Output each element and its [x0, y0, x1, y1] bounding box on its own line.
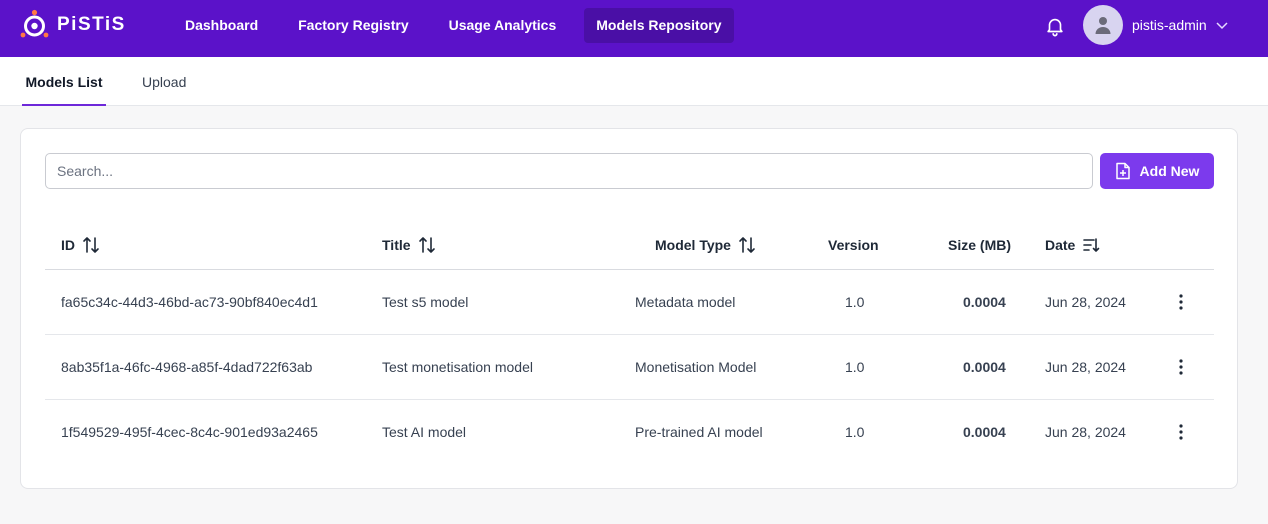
cell-size: 0.0004: [963, 359, 1006, 375]
user-icon: [1095, 17, 1111, 34]
sort-icon[interactable]: [82, 236, 100, 254]
column-date[interactable]: Date: [1045, 221, 1100, 269]
column-id[interactable]: ID: [61, 221, 100, 269]
column-version: Version: [828, 237, 879, 253]
avatar: [1083, 5, 1123, 45]
add-new-label: Add New: [1139, 163, 1200, 179]
row-actions-icon[interactable]: [1173, 422, 1189, 442]
tab-models-list[interactable]: Models List: [22, 57, 106, 106]
column-model-type[interactable]: Model Type: [655, 221, 756, 269]
cell-version: 1.0: [845, 294, 865, 310]
table-row[interactable]: 8ab35f1a-46fc-4968-a85f-4dad722f63ab Tes…: [45, 335, 1214, 400]
add-new-button[interactable]: Add New: [1100, 153, 1214, 189]
user-menu[interactable]: pistis-admin: [1083, 5, 1229, 45]
nav-models-repository[interactable]: Models Repository: [584, 8, 734, 43]
cell-model-type: Metadata model: [635, 294, 736, 310]
table-row[interactable]: 1f549529-495f-4cec-8c4c-901ed93a2465 Tes…: [45, 400, 1214, 465]
column-size: Size (MB): [948, 237, 1011, 253]
logo-icon: [20, 9, 49, 38]
sub-tabs: Models List Upload: [0, 57, 1268, 106]
row-actions-icon[interactable]: [1173, 292, 1189, 312]
column-title[interactable]: Title: [382, 221, 436, 269]
cell-title: Test AI model: [382, 424, 467, 440]
cell-model-type: Monetisation Model: [635, 359, 757, 375]
nav-factory-registry[interactable]: Factory Registry: [286, 8, 420, 43]
sort-descending-icon[interactable]: [1082, 236, 1100, 254]
cell-title: Test monetisation model: [382, 359, 533, 375]
brand-logo[interactable]: PiSTiS: [20, 9, 126, 41]
cell-model-type: Pre-trained AI model: [635, 424, 763, 440]
brand-name: PiSTiS: [57, 14, 126, 35]
main-nav: Dashboard Factory Registry Usage Analyti…: [173, 8, 750, 43]
top-navbar: PiSTiS Dashboard Factory Registry Usage …: [0, 0, 1268, 57]
sort-icon[interactable]: [738, 236, 756, 254]
row-actions-icon[interactable]: [1173, 357, 1189, 377]
cell-version: 1.0: [845, 424, 865, 440]
username: pistis-admin: [1132, 17, 1207, 33]
nav-dashboard[interactable]: Dashboard: [173, 8, 270, 43]
cell-id: 8ab35f1a-46fc-4968-a85f-4dad722f63ab: [61, 359, 313, 375]
chevron-down-icon: [1216, 22, 1228, 30]
sort-icon[interactable]: [418, 236, 436, 254]
cell-date: Jun 28, 2024: [1045, 359, 1126, 375]
notifications-bell-icon[interactable]: [1044, 15, 1066, 37]
cell-date: Jun 28, 2024: [1045, 424, 1126, 440]
cell-date: Jun 28, 2024: [1045, 294, 1126, 310]
nav-usage-analytics[interactable]: Usage Analytics: [437, 8, 569, 43]
cell-size: 0.0004: [963, 294, 1006, 310]
tab-upload[interactable]: Upload: [142, 57, 186, 106]
table-row[interactable]: fa65c34c-44d3-46bd-ac73-90bf840ec4d1 Tes…: [45, 270, 1214, 335]
file-plus-icon: [1115, 162, 1130, 180]
models-card: Add New ID Title Model Type Version Size…: [20, 128, 1238, 489]
table-header: ID Title Model Type Version Size (MB) Da…: [45, 221, 1214, 270]
cell-id: 1f549529-495f-4cec-8c4c-901ed93a2465: [61, 424, 318, 440]
cell-version: 1.0: [845, 359, 865, 375]
cell-id: fa65c34c-44d3-46bd-ac73-90bf840ec4d1: [61, 294, 318, 310]
cell-title: Test s5 model: [382, 294, 469, 310]
search-input[interactable]: [45, 153, 1093, 189]
cell-size: 0.0004: [963, 424, 1006, 440]
